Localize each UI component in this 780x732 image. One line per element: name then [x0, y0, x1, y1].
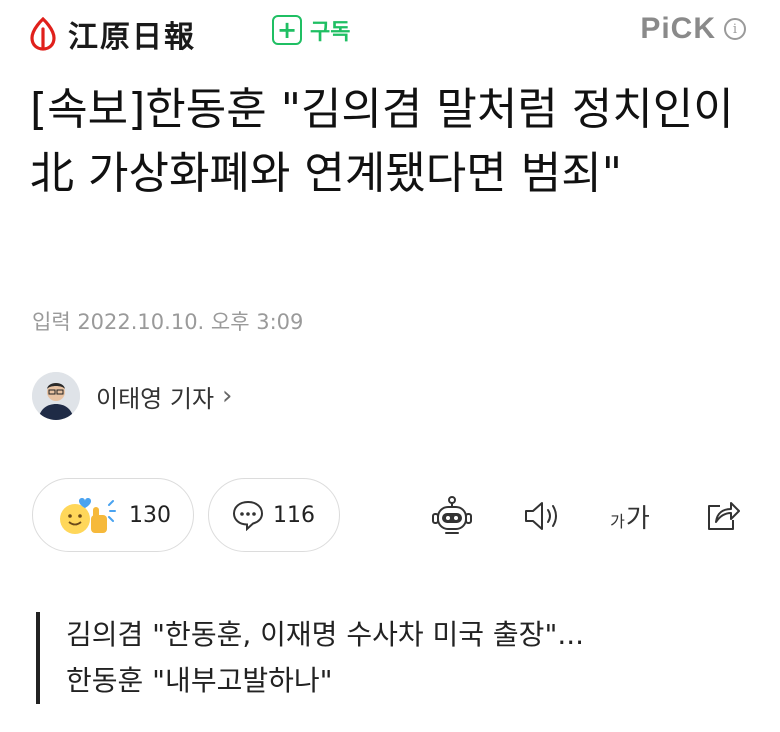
subscribe-button[interactable]: + 구독	[272, 14, 350, 46]
chevron-right-icon: ›	[222, 381, 233, 411]
article-summary: 김의겸 "한동훈, 이재명 수사차 미국 출장"... 한동훈 "내부고발하나"	[36, 612, 584, 704]
emoji-reaction-icon	[60, 498, 116, 534]
plus-icon: +	[272, 15, 302, 45]
comment-count: 116	[273, 502, 315, 528]
publisher-logo[interactable]: 江原日報	[28, 10, 196, 58]
share-button[interactable]	[696, 490, 748, 542]
pick-badge[interactable]: PiCK i	[640, 12, 746, 46]
text-to-speech-button[interactable]	[516, 490, 568, 542]
reaction-button[interactable]: 130	[32, 478, 194, 552]
publish-date: 입력 2022.10.10. 오후 3:09	[32, 310, 304, 334]
speaker-icon	[525, 502, 557, 530]
summary-bot-button[interactable]	[426, 490, 478, 542]
reaction-count: 130	[129, 502, 171, 528]
info-icon[interactable]: i	[724, 18, 746, 40]
flame-logo-icon	[30, 17, 56, 51]
comment-bubble-icon	[232, 500, 264, 531]
font-size-button[interactable]: 가가	[604, 490, 656, 542]
reporter-name: 이태영 기자	[96, 384, 215, 413]
pick-label: PiCK	[640, 12, 716, 45]
share-icon	[708, 502, 740, 530]
font-size-icon: 가가	[610, 503, 650, 534]
robot-summary-icon	[432, 496, 472, 534]
publisher-name: 江原日報	[68, 20, 196, 55]
subscribe-label: 구독	[310, 20, 351, 45]
article-headline: [속보]한동훈 "김의겸 말처럼 정치인이 北 가상화폐와 연계됐다면 범죄"	[30, 84, 734, 199]
comment-button[interactable]: 116	[208, 478, 340, 552]
reporter-avatar	[32, 372, 80, 420]
summary-line: 김의겸 "한동훈, 이재명 수사차 미국 출장"...	[66, 618, 585, 651]
reporter-link[interactable]: 이태영 기자 ›	[32, 372, 232, 420]
summary-line: 한동훈 "내부고발하나"	[66, 664, 333, 697]
